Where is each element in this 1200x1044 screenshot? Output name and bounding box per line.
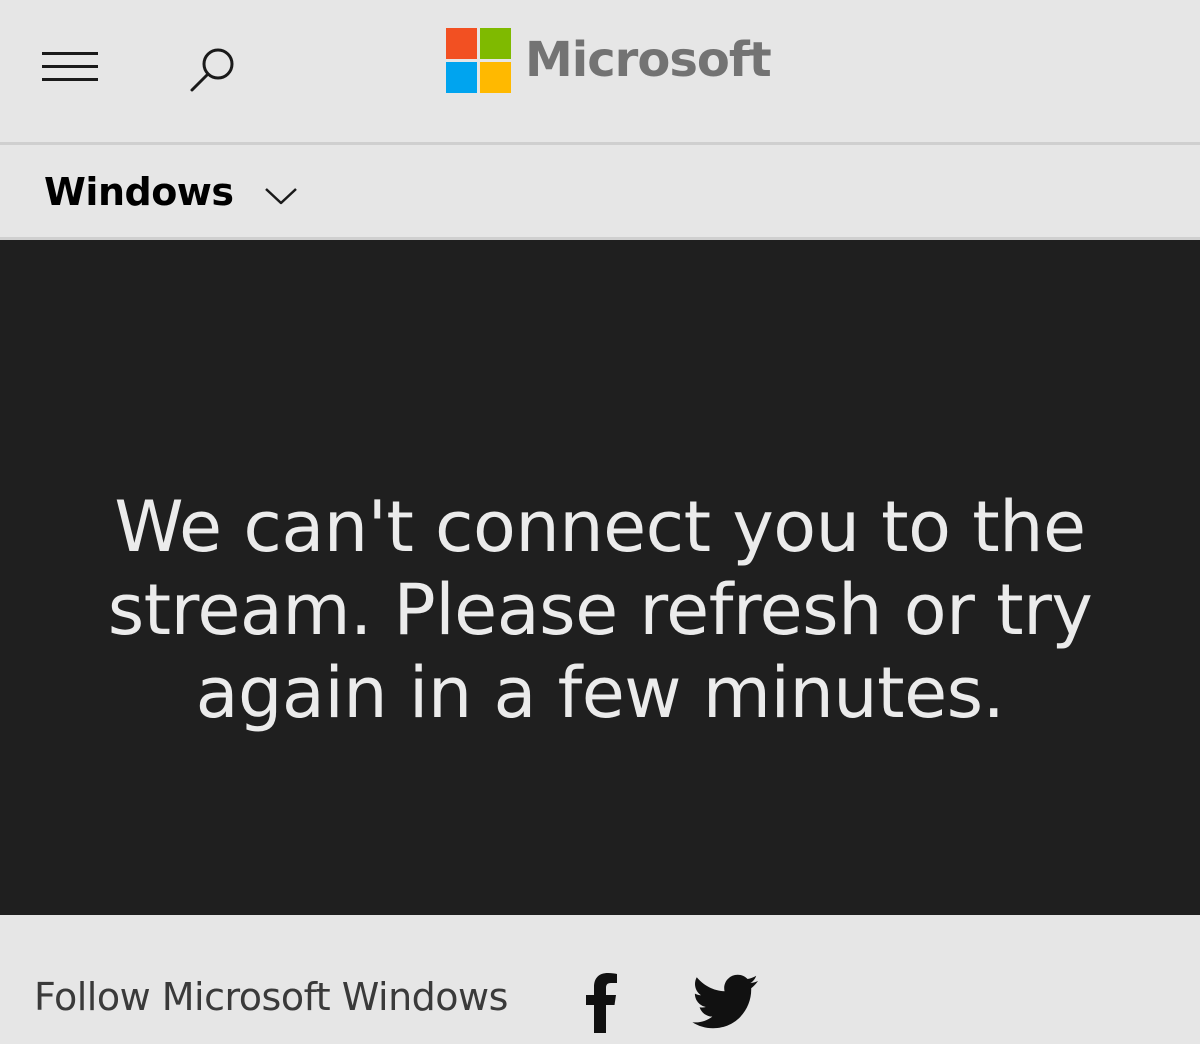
- twitter-icon: [692, 974, 758, 1029]
- logo-square-red: [446, 27, 477, 59]
- logo-square-green: [480, 27, 511, 59]
- logo-square-blue: [446, 61, 477, 93]
- windows-dropdown-toggle[interactable]: Windows: [44, 167, 298, 217]
- site-header: Microsoft: [0, 0, 1200, 145]
- search-icon: [190, 48, 234, 92]
- stream-player: We can't connect you to the stream. Plea…: [0, 240, 1200, 915]
- facebook-link[interactable]: [580, 971, 628, 1033]
- hamburger-icon-line-top: [42, 52, 98, 55]
- search-button[interactable]: [188, 44, 238, 94]
- facebook-icon: [586, 973, 617, 1033]
- social-footer: Follow Microsoft Windows: [0, 915, 1200, 1044]
- chevron-down-icon: [264, 188, 297, 205]
- hamburger-icon-line-middle: [42, 65, 98, 68]
- hamburger-menu-button[interactable]: [40, 48, 100, 84]
- twitter-link[interactable]: [692, 973, 760, 1031]
- microsoft-logo-icon: [446, 27, 511, 93]
- section-nav: Windows: [0, 145, 1200, 240]
- section-label: Windows: [44, 170, 234, 214]
- stream-error-message: We can't connect you to the stream. Plea…: [107, 486, 1093, 734]
- microsoft-logo[interactable]: Microsoft: [446, 27, 772, 93]
- brand-name: Microsoft: [525, 32, 772, 88]
- follow-label: Follow Microsoft Windows: [34, 975, 508, 1019]
- hamburger-icon-line-bottom: [42, 78, 98, 81]
- logo-square-yellow: [480, 61, 511, 93]
